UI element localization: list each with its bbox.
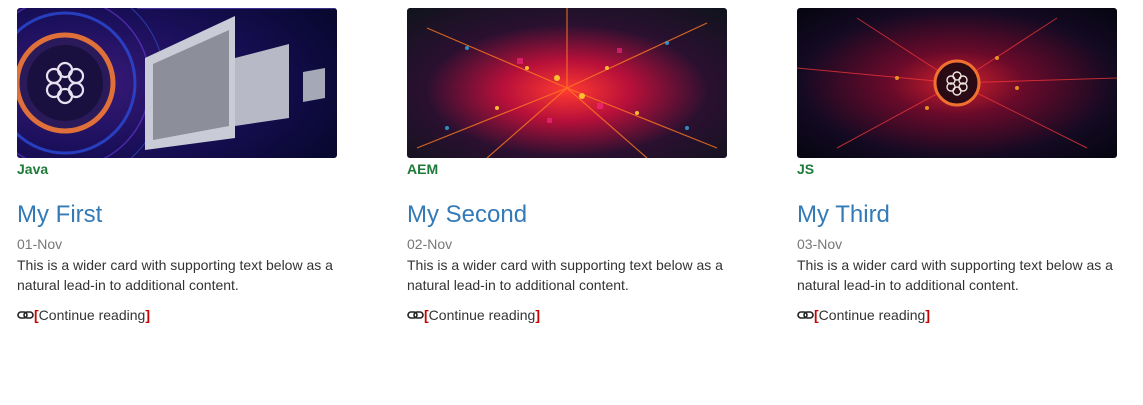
card-image-2[interactable] xyxy=(407,8,727,158)
continue-reading-link[interactable]: [ Continue reading ] xyxy=(797,305,1117,325)
chain-link-icon xyxy=(17,310,34,320)
card-category: AEM xyxy=(407,161,439,177)
continue-reading-label: Continue reading xyxy=(428,307,536,323)
continue-reading-link[interactable]: [ Continue reading ] xyxy=(407,305,727,325)
card-image-3[interactable] xyxy=(797,8,1117,158)
aem-tablets-image xyxy=(17,8,337,158)
card-image-1[interactable] xyxy=(17,8,337,158)
card-title[interactable]: My Second xyxy=(407,201,727,229)
chain-link-icon xyxy=(407,310,424,320)
card-description: This is a wider card with supporting tex… xyxy=(407,257,723,293)
chain-link-icon xyxy=(797,310,814,320)
card-date: 01-Nov xyxy=(17,236,63,252)
continue-reading-label: Continue reading xyxy=(38,307,146,323)
bracket-close: ] xyxy=(925,307,930,323)
card-category: Java xyxy=(17,161,49,177)
card-title[interactable]: My First xyxy=(17,201,337,229)
card-description: This is a wider card with supporting tex… xyxy=(797,257,1113,293)
circuit-image xyxy=(407,8,727,158)
blog-card-2: AEM My Second 02-Nov This is a wider car… xyxy=(407,8,727,325)
card-date: 03-Nov xyxy=(797,236,843,252)
card-description: This is a wider card with supporting tex… xyxy=(17,257,333,293)
card-category: JS xyxy=(797,161,815,177)
aem-circuit-image xyxy=(797,8,1117,158)
blog-card-1: Java My First 01-Nov This is a wider car… xyxy=(17,8,337,325)
card-grid: Java My First 01-Nov This is a wider car… xyxy=(0,0,1143,405)
bracket-close: ] xyxy=(145,307,150,323)
bracket-close: ] xyxy=(535,307,540,323)
continue-reading-link[interactable]: [ Continue reading ] xyxy=(17,305,337,325)
continue-reading-label: Continue reading xyxy=(818,307,926,323)
blog-card-3: JS My Third 03-Nov This is a wider card … xyxy=(797,8,1117,325)
card-date: 02-Nov xyxy=(407,236,453,252)
card-title[interactable]: My Third xyxy=(797,201,1117,229)
